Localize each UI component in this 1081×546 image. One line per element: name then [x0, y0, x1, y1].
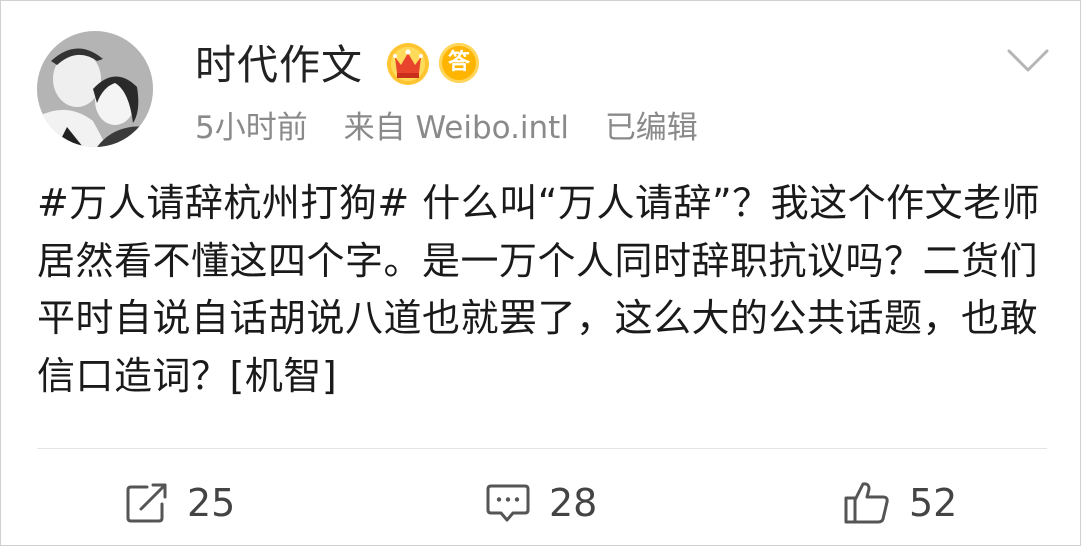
- answer-badge-icon[interactable]: 答: [439, 43, 479, 83]
- thumbs-up-icon: [844, 482, 889, 524]
- post-content: #万人请辞杭州打狗# 什么叫“万人请辞”？我这个作文老师居然看不懂这四个字。是一…: [37, 181, 1041, 398]
- divider: [37, 448, 1047, 449]
- post-source[interactable]: 来自 Weibo.intl: [344, 110, 569, 146]
- repost-icon: [126, 483, 167, 523]
- edited-label[interactable]: 已编辑: [605, 110, 698, 146]
- post-time: 5小时前: [195, 110, 308, 146]
- chevron-down-icon[interactable]: [1005, 43, 1051, 77]
- username[interactable]: 时代作文: [195, 37, 363, 93]
- comment-icon: [486, 484, 530, 522]
- repost-count: 25: [187, 481, 236, 525]
- comment-count: 28: [549, 481, 598, 525]
- crown-badge-icon[interactable]: [385, 41, 431, 87]
- post-meta: 5小时前 来自 Weibo.intl 已编辑: [195, 107, 724, 149]
- repost-button[interactable]: 25: [125, 473, 235, 533]
- like-count: 52: [909, 481, 958, 525]
- avatar-photo: [37, 31, 153, 147]
- weibo-post-card: 时代作文 答 5小时前 来自 Weibo.intl 已编辑 #万人请辞杭州打狗#…: [0, 0, 1081, 546]
- like-button[interactable]: 52: [843, 473, 957, 533]
- comment-button[interactable]: 28: [485, 473, 597, 533]
- avatar[interactable]: [37, 31, 153, 147]
